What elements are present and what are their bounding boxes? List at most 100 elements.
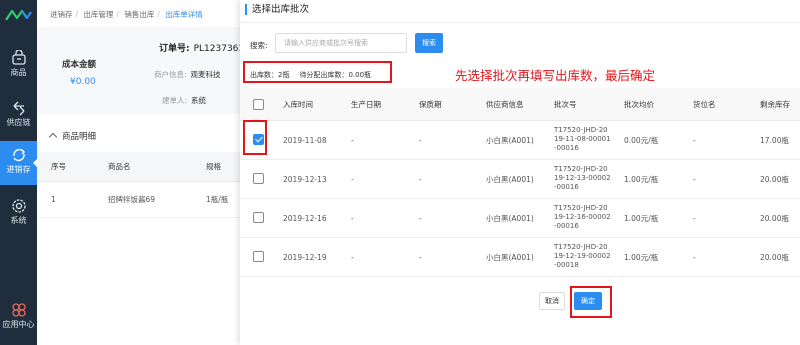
supplier-value: 观麦科技	[190, 70, 221, 79]
column-header: 生产日期	[351, 100, 381, 109]
exchange-icon	[13, 101, 24, 116]
production-date: -	[351, 175, 354, 184]
outbound-detail-panel: 进销存 / 出库管理 / 销售出库 / 出库单详情 成本金额 ¥0.00 订单号: PL…	[37, 0, 244, 345]
annotation-box-checkbox	[243, 120, 267, 155]
side-nav: 商品 供应链 进销存 系统 应用中心	[0, 0, 38, 345]
table-row[interactable]: 2019-11-08 - - 小白黑(A001) T17520-JHD-20 19…	[240, 121, 800, 160]
nav-label-supply-chain: 供应链	[6, 118, 31, 127]
batch-number: T17520-JHD-20 19-12-16-00002 -00016	[554, 204, 611, 230]
search-label: 搜索:	[250, 41, 268, 50]
table-row[interactable]: 2019-12-13 - - 小白黑(A001) T17520-JHD-20 19…	[240, 160, 800, 199]
breadcrumb-item[interactable]: 销售出库	[124, 10, 154, 19]
drawer-title: 选择出库批次	[245, 4, 309, 15]
nav-item-supply-chain[interactable]: 供应链	[0, 94, 37, 138]
batch-table-header: 入库时间 生产日期 保质期 供应商信息 批次号 批次均价 货位名 剩余库存	[240, 88, 800, 121]
order-number-value: PL1237361	[193, 44, 245, 54]
cost-value: ¥0.00	[70, 77, 96, 87]
nav-item-system[interactable]: 系统	[0, 192, 37, 236]
column-header: 保质期	[419, 100, 442, 109]
supplier: 小白黑(A001)	[486, 136, 534, 145]
row-index: 1	[51, 195, 56, 204]
batch-table: 入库时间 生产日期 保质期 供应商信息 批次号 批次均价 货位名 剩余库存 20…	[240, 88, 800, 277]
breadcrumb-current: 出库单详情	[165, 10, 203, 19]
in-time: 2019-11-08	[283, 136, 327, 145]
shelf-life: -	[419, 253, 422, 262]
column-header: 序号	[51, 162, 66, 171]
remaining-stock: 20.00瓶	[760, 253, 789, 262]
cancel-button[interactable]: 取消	[539, 292, 565, 310]
table-row[interactable]: 2019-12-16 - - 小白黑(A001) T17520-JHD-20 19…	[240, 199, 800, 238]
breadcrumb-item[interactable]: 出库管理	[83, 10, 113, 19]
supplier-info: 商户信息: 观麦科技	[154, 69, 221, 80]
column-header: 批次号	[554, 100, 577, 109]
nav-item-goods[interactable]: 商品	[0, 44, 37, 88]
annotation-box-stats	[243, 61, 392, 83]
location-name: -	[693, 136, 696, 145]
batch-number: T17520-JHD-20 19-12-19-00002 -00018	[554, 243, 611, 269]
order-number-label: 订单号:	[159, 44, 190, 54]
column-header: 商品名	[108, 162, 131, 171]
location-name: -	[693, 175, 696, 184]
creator-info: 建单人: 系统	[162, 95, 206, 106]
supplier: 小白黑(A001)	[486, 175, 534, 184]
column-header: 剩余库存	[760, 100, 790, 109]
remaining-stock: 20.00瓶	[760, 214, 789, 223]
average-price: 1.00元/瓶	[624, 253, 659, 262]
creator-label: 建单人:	[162, 96, 188, 105]
average-price: 1.00元/瓶	[624, 214, 659, 223]
section-title: 商品明细	[62, 132, 97, 142]
nav-label-system: 系统	[10, 216, 27, 225]
column-header: 入库时间	[283, 100, 313, 109]
nav-label-goods: 商品	[10, 68, 27, 77]
remaining-stock: 17.00瓶	[760, 136, 789, 145]
goods-name: 招牌拌饭酱69	[108, 195, 156, 204]
average-price: 0.00元/瓶	[624, 136, 659, 145]
in-time: 2019-12-13	[283, 175, 327, 184]
table-row[interactable]: 2019-12-19 - - 小白黑(A001) T17520-JHD-20 19…	[240, 238, 800, 277]
annotation-box-confirm	[570, 286, 612, 318]
divider	[240, 22, 800, 23]
in-time: 2019-12-16	[283, 214, 327, 223]
goods-detail-toggle[interactable]: 商品明细	[48, 130, 97, 142]
supplier: 小白黑(A001)	[486, 253, 534, 262]
production-date: -	[351, 253, 354, 262]
column-header: 批次均价	[624, 100, 654, 109]
batch-number: T17520-JHD-20 19-11-08-00001 -00016	[554, 126, 611, 152]
select-all-checkbox[interactable]	[253, 99, 264, 110]
search-button[interactable]: 搜索	[415, 33, 443, 53]
shelf-life: -	[419, 175, 422, 184]
creator-value: 系统	[191, 96, 207, 105]
row-checkbox[interactable]	[253, 251, 264, 262]
column-header: 供应商信息	[486, 100, 524, 109]
apps-icon	[11, 303, 26, 317]
refresh-icon	[12, 148, 25, 162]
column-header: 规格	[206, 162, 221, 171]
select-batch-drawer: 选择出库批次 搜索: 搜索 出库数：2瓶待分配出库数：0.00瓶 先选择批次再填…	[240, 0, 800, 345]
nav-item-inventory[interactable]: 进销存	[0, 141, 38, 185]
column-header: 货位名	[693, 100, 716, 109]
supplier-label: 商户信息:	[154, 70, 187, 79]
box-icon	[11, 50, 26, 65]
logo-icon	[5, 9, 32, 21]
production-date: -	[351, 136, 354, 145]
nav-label-app-center: 应用中心	[2, 320, 35, 329]
goods-table: 序号 商品名 规格 1 招牌拌饭酱69 1瓶/瓶	[37, 152, 240, 218]
search-input[interactable]	[275, 33, 407, 53]
nav-item-app-center[interactable]: 应用中心	[0, 296, 37, 340]
breadcrumb-item[interactable]: 进销存	[50, 10, 73, 19]
location-name: -	[693, 214, 696, 223]
average-price: 1.00元/瓶	[624, 175, 659, 184]
detail-summary: 成本金额 ¥0.00 订单号: PL1237361 商户信息: 观麦科技 建单人: 系…	[37, 27, 244, 114]
row-checkbox[interactable]	[253, 173, 264, 184]
nav-label-inventory: 进销存	[6, 165, 31, 174]
row-checkbox[interactable]	[253, 212, 264, 223]
supplier: 小白黑(A001)	[486, 214, 534, 223]
goods-spec: 1瓶/瓶	[206, 195, 229, 204]
gear-icon	[11, 199, 26, 213]
goods-table-header: 序号 商品名 规格	[37, 152, 240, 182]
batch-number: T17520-JHD-20 19-12-13-00002 -00016	[554, 165, 611, 191]
remaining-stock: 20.00瓶	[760, 175, 789, 184]
production-date: -	[351, 214, 354, 223]
location-name: -	[693, 253, 696, 262]
annotation-hint: 先选择批次再填写出库数，最后确定	[455, 68, 656, 83]
